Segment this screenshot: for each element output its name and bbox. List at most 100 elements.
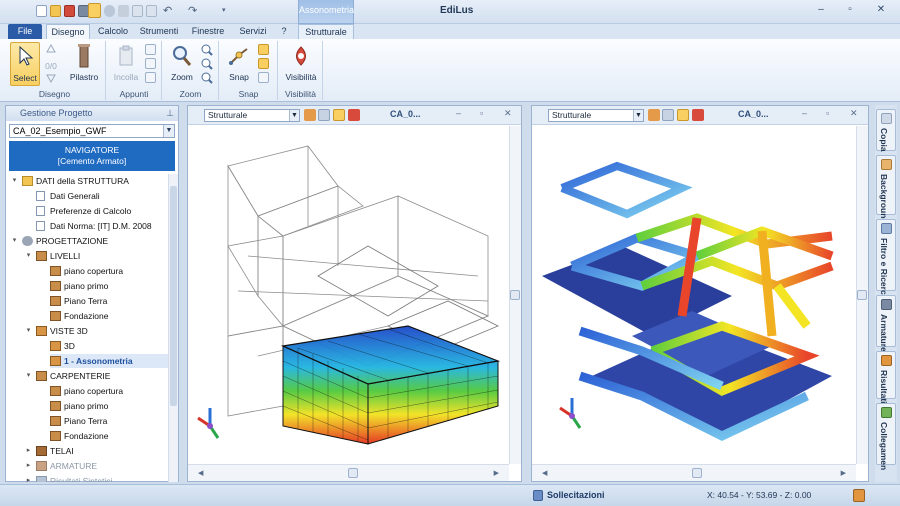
tree-item-carp-copertura[interactable]: piano copertura — [50, 384, 168, 398]
scroll-left-icon[interactable]: ◀ — [542, 469, 547, 477]
render-mode-icon[interactable] — [333, 109, 345, 121]
snap-button[interactable]: Snap — [222, 42, 256, 86]
zoom-in-icon[interactable] — [201, 44, 213, 56]
tree-item-telai[interactable]: ▸ TELAI — [24, 444, 168, 458]
tab-strumenti[interactable]: Strumenti — [136, 24, 182, 39]
open-file-icon[interactable] — [50, 5, 61, 17]
viewport-3d-canvas[interactable] — [532, 126, 868, 464]
undo-icon[interactable]: ↶ — [163, 5, 174, 17]
pilastro-button[interactable]: Pilastro — [64, 42, 104, 86]
viewport-vertical-scrollbar[interactable] — [509, 126, 521, 464]
layers-icon[interactable] — [318, 109, 330, 121]
sidebar-item-collegamenti[interactable]: Collegamen — [876, 403, 896, 470]
viewport-close-button[interactable]: ✕ — [504, 108, 512, 119]
cut-icon[interactable] — [118, 5, 129, 17]
expand-toggle-icon[interactable]: ▸ — [24, 459, 33, 473]
redo-icon[interactable]: ↷ — [188, 5, 199, 17]
zoom-window-icon[interactable] — [201, 72, 213, 84]
tree-item-assonometria[interactable]: 1 - Assonometria — [50, 354, 168, 368]
viewport-close-button[interactable]: ✕ — [850, 108, 858, 119]
tab-finestre[interactable]: Finestre — [186, 24, 230, 39]
tree-item-preferenze[interactable]: Preferenze di Calcolo — [36, 204, 168, 218]
zoom-button[interactable]: Zoom — [165, 42, 199, 86]
tree-item-dati-generali[interactable]: Dati Generali — [36, 189, 168, 203]
tree-item-carp-primo[interactable]: piano primo — [50, 399, 168, 413]
tree-item-carp-fondazione[interactable]: Fondazione — [50, 429, 168, 443]
incolla-button[interactable]: Incolla — [109, 42, 143, 86]
close-button[interactable]: ✕ — [874, 4, 888, 16]
scrollbar-thumb[interactable] — [692, 468, 702, 478]
project-select[interactable]: CA_02_Esempio_GWF ▼ — [9, 124, 175, 138]
tree-item-livello-terra[interactable]: Piano Terra — [50, 294, 168, 308]
tab-calcolo[interactable]: Calcolo — [94, 24, 132, 39]
collapse-toggle-icon[interactable]: ▾ — [24, 369, 33, 383]
customize-toolbar-icon[interactable]: ▾ — [222, 5, 233, 17]
paste-icon[interactable] — [146, 5, 157, 17]
viewport-vertical-scrollbar[interactable] — [856, 126, 868, 464]
tree-item-dati-norma[interactable]: Dati Norma: [IT] D.M. 2008 — [36, 219, 168, 233]
expand-toggle-icon[interactable]: ▸ — [24, 474, 33, 482]
viewport-maximize-button[interactable]: ▫ — [480, 108, 483, 118]
viewport-3d-canvas[interactable] — [188, 126, 521, 464]
select-button[interactable]: Select — [10, 42, 40, 86]
collapse-toggle-icon[interactable]: ▾ — [10, 174, 19, 188]
delete-view-icon[interactable] — [348, 109, 360, 121]
viewport-maximize-button[interactable]: ▫ — [826, 108, 829, 118]
cut-small-icon[interactable] — [145, 44, 156, 55]
scroll-right-icon[interactable]: ▶ — [841, 469, 846, 477]
tree-item-risultati[interactable]: ▸ Risultati Sintetici — [24, 474, 168, 482]
view-type-select[interactable]: Strutturale ▼ — [204, 109, 300, 122]
tree-item-dati-struttura[interactable]: ▾ DATI della STRUTTURA — [10, 174, 168, 188]
collapse-toggle-icon[interactable]: ▾ — [10, 234, 19, 248]
tree-item-livello-primo[interactable]: piano primo — [50, 279, 168, 293]
copy-icon[interactable] — [132, 5, 143, 17]
tree-item-carp-terra[interactable]: Piano Terra — [50, 414, 168, 428]
new-file-icon[interactable] — [36, 5, 47, 17]
tab-strutturale[interactable]: Strutturale — [298, 24, 354, 39]
snap-midpoint-icon[interactable] — [258, 58, 269, 69]
pin-icon[interactable]: ⊥ — [166, 106, 174, 121]
maximize-button[interactable]: ▫ — [843, 4, 857, 16]
scroll-right-icon[interactable]: ▶ — [494, 469, 499, 477]
tab-servizi[interactable]: Servizi — [234, 24, 272, 39]
collapse-toggle-icon[interactable]: ▾ — [24, 324, 33, 338]
tree-item-livelli[interactable]: ▾ LIVELLI — [24, 249, 168, 263]
open-view-icon[interactable] — [648, 109, 660, 121]
tree-item-carpenterie[interactable]: ▾ CARPENTERIE — [24, 369, 168, 383]
select-mode-icon[interactable] — [88, 3, 101, 18]
zoom-extents-icon[interactable] — [201, 58, 213, 70]
viewport-horizontal-scrollbar[interactable]: ◀ ▶ — [532, 464, 856, 481]
viewport-minimize-button[interactable]: – — [802, 108, 807, 118]
viewport-minimize-button[interactable]: – — [456, 108, 461, 118]
sidebar-item-copia[interactable]: Copia — [876, 109, 896, 152]
tree-item-viste-3d[interactable]: ▾ VISTE 3D — [24, 324, 168, 338]
tree-item-livello-copertura[interactable]: piano copertura — [50, 264, 168, 278]
open-view-icon[interactable] — [304, 109, 316, 121]
sidebar-item-armature[interactable]: Armature — [876, 295, 896, 352]
visibilita-button[interactable]: Visibilità — [281, 42, 321, 86]
tree-scrollbar[interactable] — [168, 174, 178, 482]
scrollbar-thumb[interactable] — [857, 290, 867, 300]
sidebar-item-filtro[interactable]: Filtro e Ricerca — [876, 219, 896, 299]
expand-toggle-icon[interactable]: ▸ — [24, 444, 33, 458]
collapse-toggle-icon[interactable]: ▾ — [24, 249, 33, 263]
render-mode-icon[interactable] — [677, 109, 689, 121]
sidebar-item-background[interactable]: Background — [876, 155, 896, 224]
tree-item-livello-fondazione[interactable]: Fondazione — [50, 309, 168, 323]
minimize-button[interactable]: – — [814, 4, 828, 16]
delete-view-icon[interactable] — [692, 109, 704, 121]
tree-item-armature[interactable]: ▸ ARMATURE — [24, 459, 168, 473]
copy-small-icon[interactable] — [145, 58, 156, 69]
tab-disegno[interactable]: Disegno — [46, 24, 90, 39]
duplicate-small-icon[interactable] — [145, 72, 156, 83]
status-results-icon[interactable] — [853, 489, 865, 502]
snap-grid-icon[interactable] — [258, 72, 269, 83]
tree-item-progettazione[interactable]: ▾ PROGETTAZIONE — [10, 234, 168, 248]
scrollbar-thumb[interactable] — [348, 468, 358, 478]
tab-help[interactable]: ? — [276, 24, 292, 39]
zoom-tool-icon[interactable] — [104, 5, 115, 17]
layers-icon[interactable] — [662, 109, 674, 121]
viewport-horizontal-scrollbar[interactable]: ◀ ▶ — [188, 464, 509, 481]
tree-item-3d[interactable]: 3D — [50, 339, 168, 353]
snap-endpoint-icon[interactable] — [258, 44, 269, 55]
